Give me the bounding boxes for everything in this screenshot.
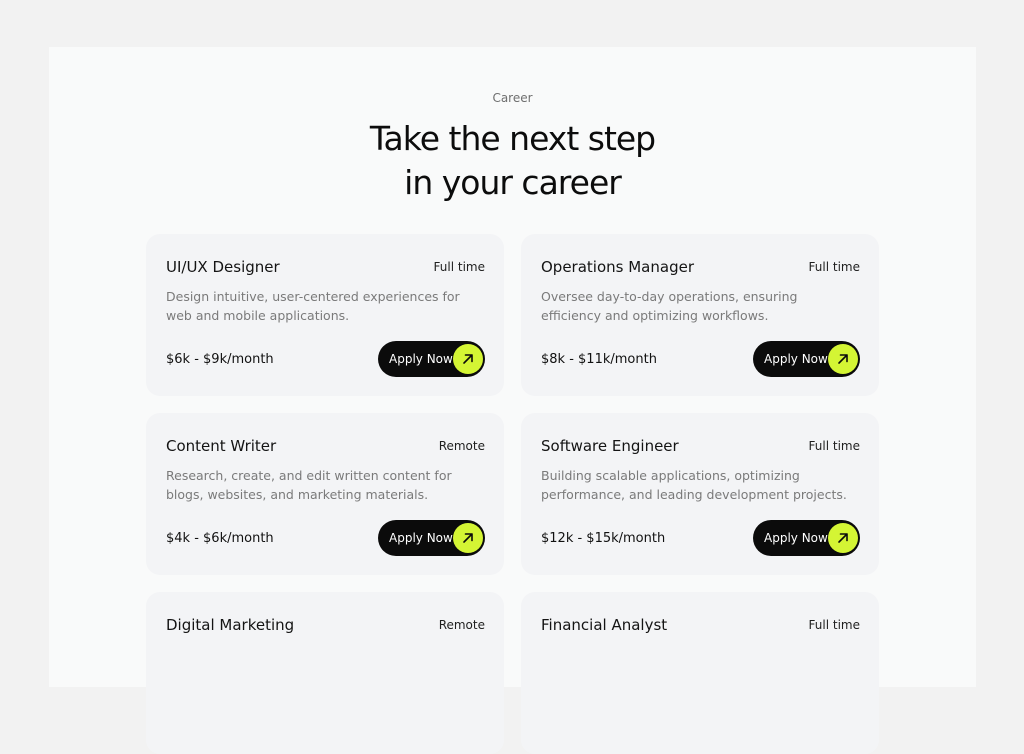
job-salary: $8k - $11k/month bbox=[541, 351, 657, 367]
section-headline: Take the next step in your career bbox=[49, 117, 976, 205]
apply-now-label: Apply Now bbox=[389, 531, 453, 545]
job-title: UI/UX Designer bbox=[166, 258, 280, 276]
apply-now-button[interactable]: Apply Now bbox=[753, 341, 860, 377]
job-card: Operations Manager Full time Oversee day… bbox=[521, 234, 879, 396]
job-type: Full time bbox=[808, 439, 860, 453]
arrow-up-right-icon bbox=[828, 344, 858, 374]
job-title: Software Engineer bbox=[541, 437, 679, 455]
arrow-up-right-icon bbox=[453, 344, 483, 374]
arrow-up-right-icon bbox=[453, 523, 483, 553]
job-title: Operations Manager bbox=[541, 258, 694, 276]
arrow-up-right-icon bbox=[828, 523, 858, 553]
job-card: Digital Marketing Remote bbox=[146, 592, 504, 754]
job-description: Oversee day-to-day operations, ensuring … bbox=[541, 289, 798, 323]
job-card: UI/UX Designer Full time Design intuitiv… bbox=[146, 234, 504, 396]
section-eyebrow: Career bbox=[492, 91, 533, 105]
job-description: Building scalable applications, optimizi… bbox=[541, 468, 847, 502]
apply-now-button[interactable]: Apply Now bbox=[753, 520, 860, 556]
job-card: Content Writer Remote Research, create, … bbox=[146, 413, 504, 575]
job-title: Digital Marketing bbox=[166, 616, 295, 634]
job-type: Full time bbox=[433, 260, 485, 274]
job-card: Financial Analyst Full time bbox=[521, 592, 879, 754]
headline-line-1: Take the next step bbox=[369, 119, 656, 158]
job-salary: $6k - $9k/month bbox=[166, 351, 274, 367]
apply-now-button[interactable]: Apply Now bbox=[378, 520, 485, 556]
job-salary: $4k - $6k/month bbox=[166, 530, 274, 546]
job-card: Software Engineer Full time Building sca… bbox=[521, 413, 879, 575]
job-type: Remote bbox=[438, 439, 485, 453]
job-type: Full time bbox=[808, 260, 860, 274]
job-description: Research, create, and edit written conte… bbox=[166, 468, 452, 502]
headline-line-2: in your career bbox=[404, 163, 622, 202]
job-salary: $12k - $15k/month bbox=[541, 530, 666, 546]
apply-now-label: Apply Now bbox=[389, 352, 453, 366]
job-title: Content Writer bbox=[166, 437, 277, 455]
apply-now-button[interactable]: Apply Now bbox=[378, 341, 485, 377]
job-type: Remote bbox=[438, 618, 485, 632]
job-title: Financial Analyst bbox=[541, 616, 668, 634]
apply-now-label: Apply Now bbox=[764, 352, 828, 366]
job-description: Design intuitive, user-centered experien… bbox=[166, 289, 460, 323]
job-type: Full time bbox=[808, 618, 860, 632]
job-grid: UI/UX Designer Full time Design intuitiv… bbox=[146, 234, 879, 754]
apply-now-label: Apply Now bbox=[764, 531, 828, 545]
careers-section: Career Take the next step in your career… bbox=[49, 47, 976, 754]
